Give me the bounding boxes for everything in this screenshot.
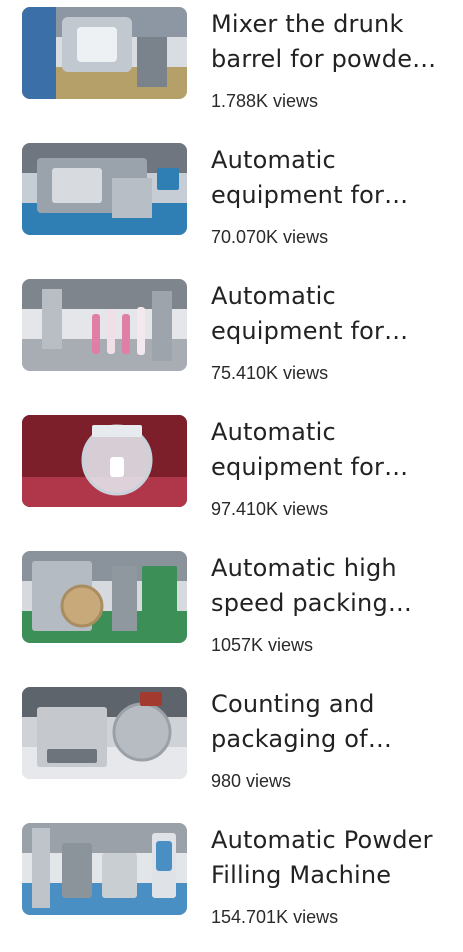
counting-machine-thumbnail xyxy=(22,687,187,779)
view-count: 154.701K views xyxy=(211,907,339,927)
video-thumbnail[interactable] xyxy=(22,279,187,371)
video-list: Mixer the drunk barrel for powder mixing… xyxy=(0,0,463,927)
video-thumbnail[interactable] xyxy=(22,7,187,99)
video-item[interactable]: Automatic equipment for tablet testing 97… xyxy=(0,408,463,544)
video-item[interactable]: Mixer the drunk barrel for powder mixing… xyxy=(0,0,463,136)
video-title[interactable]: Automatic Powder Filling Machine xyxy=(211,823,446,893)
video-title[interactable]: Automatic high speed packing machine xyxy=(211,551,446,621)
video-thumbnail[interactable] xyxy=(22,415,187,507)
video-title[interactable]: Automatic equipment for tablet testing xyxy=(211,415,446,485)
view-count: 980 views xyxy=(211,771,292,791)
tablet-tester-thumbnail xyxy=(22,415,187,507)
video-item[interactable]: Automatic equipment for tube filling 70.0… xyxy=(0,136,463,272)
view-count: 1057K views xyxy=(211,635,314,655)
video-title[interactable]: Counting and packaging of capsules xyxy=(211,687,446,757)
video-title[interactable]: Mixer the drunk barrel for powder mixing xyxy=(211,7,446,77)
video-thumbnail[interactable] xyxy=(22,687,187,779)
video-item[interactable]: Automatic Powder Filling Machine 154.701K… xyxy=(0,816,463,952)
view-count: 70.070K views xyxy=(211,227,329,247)
tube-sealing-thumbnail xyxy=(22,279,187,371)
video-thumbnail[interactable] xyxy=(22,551,187,643)
view-count: 1.788K views xyxy=(211,91,319,111)
view-count: 75.410K views xyxy=(211,363,329,383)
video-thumbnail[interactable] xyxy=(22,823,187,915)
view-count: 97.410K views xyxy=(211,499,329,519)
video-title[interactable]: Automatic equipment for tube sealing xyxy=(211,279,446,349)
video-item[interactable]: Automatic equipment for tube sealing 75.4… xyxy=(0,272,463,408)
video-thumbnail[interactable] xyxy=(22,143,187,235)
video-item[interactable]: Counting and packaging of capsules 980 vi… xyxy=(0,680,463,816)
filling-machine-thumbnail xyxy=(22,143,187,235)
powder-filling-thumbnail xyxy=(22,823,187,915)
video-item[interactable]: Automatic high speed packing machine 1057… xyxy=(0,544,463,680)
packing-machine-thumbnail xyxy=(22,551,187,643)
video-title[interactable]: Automatic equipment for tube filling xyxy=(211,143,446,213)
mixer-machine-thumbnail xyxy=(22,7,187,99)
